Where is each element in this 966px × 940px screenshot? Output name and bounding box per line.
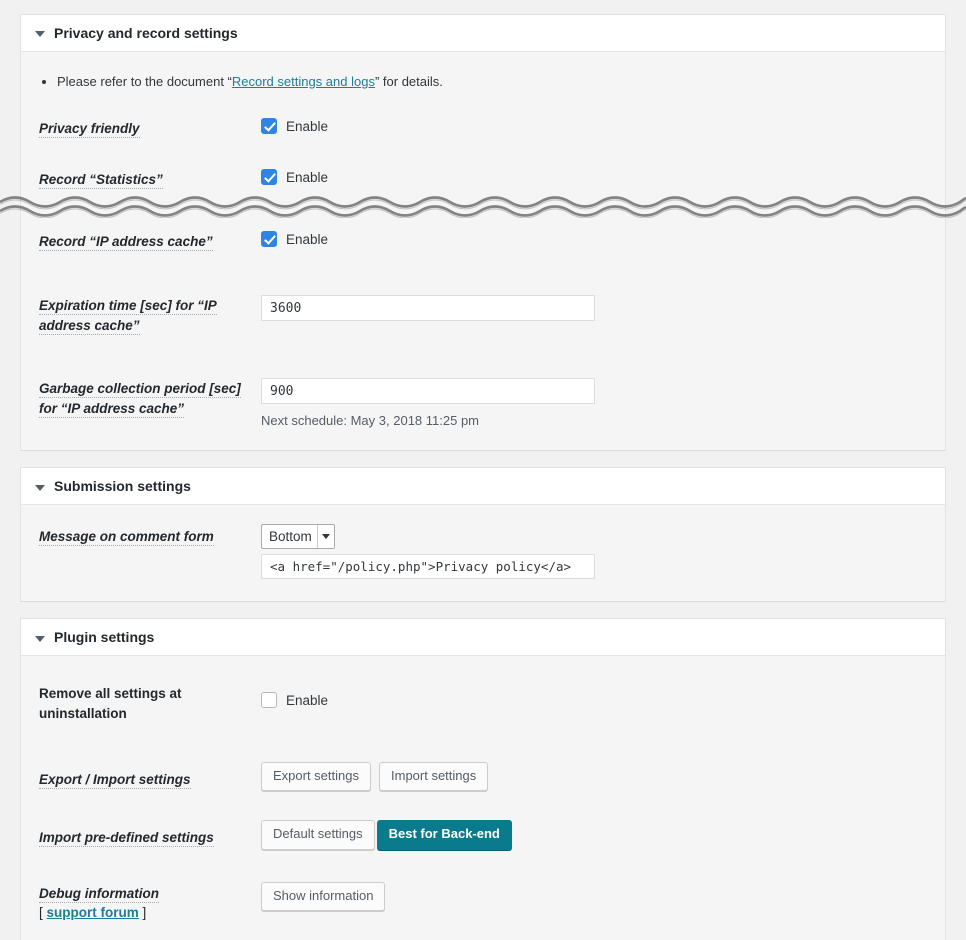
comment-form-message-input[interactable] <box>261 554 595 579</box>
row-field-message-on-comment-form: Bottom <box>261 523 927 579</box>
row-label-export-import-settings: Export / Import settings <box>39 761 261 790</box>
next-schedule-text: Next schedule: May 3, 2018 11:25 pm <box>261 413 927 428</box>
note-item: Please refer to the document “Record set… <box>57 72 927 92</box>
panel-title: Privacy and record settings <box>54 25 238 42</box>
row-field-record-statistics: Enable <box>261 168 927 190</box>
checkbox-label: Enable <box>286 119 328 134</box>
message-position-select-wrap[interactable]: Bottom <box>261 524 335 549</box>
row-field-privacy-friendly: Enable <box>261 117 927 139</box>
checkbox-label: Enable <box>286 693 328 708</box>
record-ip-cache-checkbox-wrap[interactable]: Enable <box>261 231 328 247</box>
checkbox-label: Enable <box>286 170 328 185</box>
caret-down-icon[interactable] <box>35 31 45 37</box>
row-label-message-on-comment-form: Message on comment form <box>39 523 261 547</box>
caret-down-icon[interactable] <box>35 485 45 491</box>
row-record-ip-address-cache: Record “IP address cache” Enable <box>39 224 927 264</box>
privacy-friendly-checkbox-wrap[interactable]: Enable <box>261 118 328 134</box>
row-expiration-time: Expiration time [sec] for “IP address ca… <box>39 264 927 347</box>
row-garbage-collection-period: Garbage collection period [sec] for “IP … <box>39 347 927 432</box>
caret-down-icon[interactable] <box>35 636 45 642</box>
message-position-select[interactable]: Bottom <box>261 524 335 549</box>
settings-page: Privacy and record settings Please refer… <box>0 0 966 940</box>
checkbox-label: Enable <box>286 232 328 247</box>
row-label-expiration-time: Expiration time [sec] for “IP address ca… <box>39 294 261 335</box>
panel-title: Plugin settings <box>54 629 154 646</box>
row-field-record-ip-address-cache: Enable <box>261 230 927 252</box>
panel-privacy-and-record-settings: Privacy and record settings Please refer… <box>20 14 946 451</box>
row-field-import-pre-defined-settings: Default settings Best for Back-end <box>261 819 927 849</box>
panel-body-plugin: Remove all settings at uninstallation En… <box>21 656 945 940</box>
export-settings-button[interactable]: Export settings <box>261 762 371 791</box>
record-ip-cache-checkbox[interactable] <box>261 231 277 247</box>
row-label-privacy-friendly: Privacy friendly <box>39 117 261 139</box>
record-settings-and-logs-link[interactable]: Record settings and logs <box>232 74 375 89</box>
row-label-garbage-collection-period: Garbage collection period [sec] for “IP … <box>39 377 261 418</box>
support-forum-link[interactable]: support forum <box>47 905 139 920</box>
remove-all-settings-checkbox[interactable] <box>261 692 277 708</box>
record-statistics-checkbox-wrap[interactable]: Enable <box>261 169 328 185</box>
row-field-garbage-collection-period: Next schedule: May 3, 2018 11:25 pm <box>261 377 927 428</box>
note-text-after: ” for details. <box>375 74 443 89</box>
row-privacy-friendly: Privacy friendly Enable <box>39 105 927 151</box>
row-label-import-pre-defined-settings: Import pre-defined settings <box>39 819 261 848</box>
row-field-remove-all-settings: Enable <box>261 682 927 713</box>
row-debug-information: Debug information [ support forum ] Show… <box>39 862 927 923</box>
row-field-debug-information: Show information <box>261 878 927 911</box>
row-label-remove-all-settings: Remove all settings at uninstallation <box>39 682 261 723</box>
row-message-on-comment-form: Message on comment form Bottom <box>39 521 927 579</box>
row-field-export-import-settings: Export settings Import settings <box>261 761 927 791</box>
panel-title: Submission settings <box>54 478 191 495</box>
default-settings-button[interactable]: Default settings <box>261 820 375 849</box>
panel-header-submission[interactable]: Submission settings <box>21 468 945 505</box>
row-export-import-settings: Export / Import settings Export settings… <box>39 745 927 803</box>
row-field-expiration-time <box>261 294 927 321</box>
row-import-pre-defined-settings: Import pre-defined settings Default sett… <box>39 803 927 861</box>
row-label-debug-information: Debug information [ support forum ] <box>39 878 261 923</box>
panel-submission-settings: Submission settings Message on comment f… <box>20 467 946 602</box>
garbage-collection-input[interactable] <box>261 378 595 404</box>
row-record-statistics: Record “Statistics” Enable <box>39 151 927 224</box>
support-forum-bracket-open: [ <box>39 905 43 920</box>
best-for-backend-button[interactable]: Best for Back-end <box>377 820 512 849</box>
row-label-record-statistics: Record “Statistics” <box>39 168 261 190</box>
debug-information-label: Debug information <box>39 886 159 903</box>
remove-all-settings-checkbox-wrap[interactable]: Enable <box>261 692 328 708</box>
row-remove-all-settings: Remove all settings at uninstallation En… <box>39 676 927 745</box>
panel-header-privacy[interactable]: Privacy and record settings <box>21 15 945 52</box>
note-text-before: Please refer to the document “ <box>57 74 232 89</box>
privacy-friendly-checkbox[interactable] <box>261 118 277 134</box>
record-statistics-checkbox[interactable] <box>261 169 277 185</box>
show-information-button[interactable]: Show information <box>261 882 385 911</box>
panel-plugin-settings: Plugin settings Remove all settings at u… <box>20 618 946 940</box>
import-settings-button[interactable]: Import settings <box>379 762 488 791</box>
note-list: Please refer to the document “Record set… <box>57 72 927 92</box>
expiration-time-input[interactable] <box>261 295 595 321</box>
panel-body-privacy: Please refer to the document “Record set… <box>21 52 945 451</box>
support-forum-bracket-close: ] <box>143 905 147 920</box>
panel-body-submission: Message on comment form Bottom <box>21 505 945 601</box>
panel-header-plugin[interactable]: Plugin settings <box>21 619 945 656</box>
row-label-record-ip-address-cache: Record “IP address cache” <box>39 230 261 252</box>
